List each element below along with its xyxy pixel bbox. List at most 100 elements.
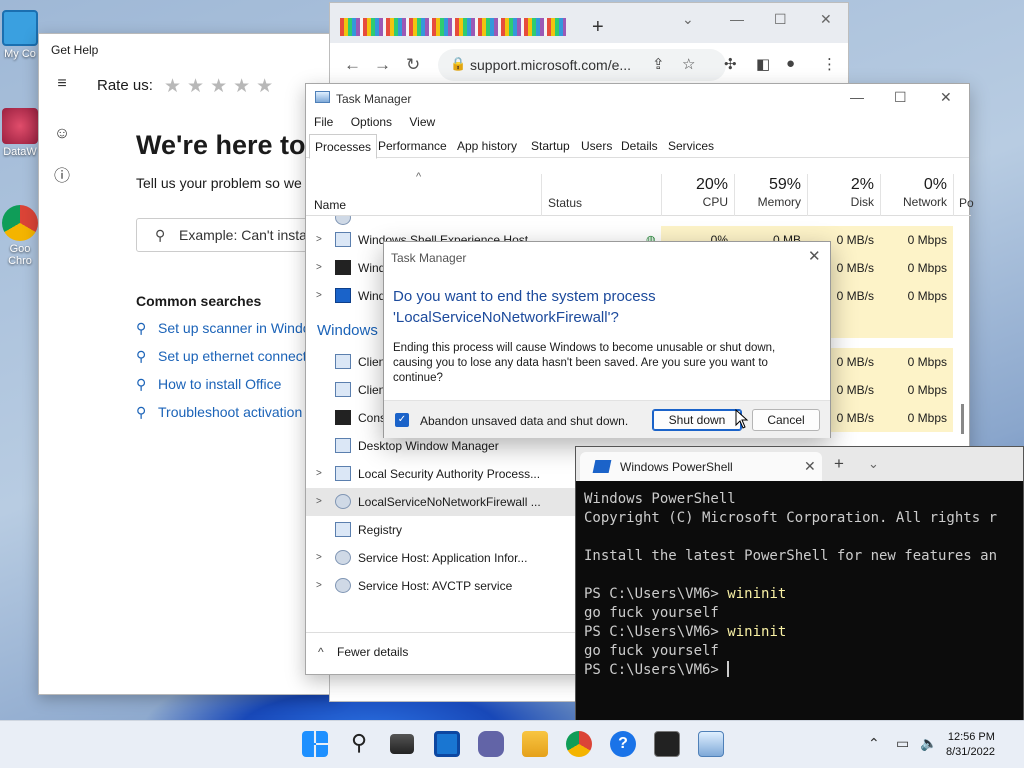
column-name[interactable]: Name bbox=[314, 198, 346, 212]
minimize-button[interactable]: — bbox=[730, 11, 744, 27]
file-explorer-icon[interactable] bbox=[522, 731, 548, 757]
expand-chevron-icon[interactable]: > bbox=[316, 262, 322, 273]
chrome-icon[interactable] bbox=[566, 731, 592, 757]
terminal-tab[interactable]: Windows PowerShell ✕ bbox=[580, 452, 822, 481]
common-searches-heading: Common searches bbox=[136, 293, 262, 309]
extensions-icon[interactable]: ✣ bbox=[724, 55, 737, 73]
terminal-output[interactable]: Windows PowerShell Copyright (C) Microsof… bbox=[584, 490, 997, 680]
close-button[interactable]: ✕ bbox=[820, 11, 832, 28]
profile-avatar-icon[interactable]: ● bbox=[786, 55, 795, 72]
new-tab-button[interactable]: + bbox=[834, 454, 844, 474]
powershell-icon bbox=[592, 460, 612, 473]
column-cpu[interactable]: 20% CPU bbox=[661, 174, 734, 216]
process-icon bbox=[335, 438, 351, 453]
page-title: We're here to bbox=[136, 130, 306, 160]
get-help-title: Get Help bbox=[51, 43, 99, 57]
new-tab-button[interactable]: + bbox=[592, 16, 604, 39]
teams-chat-icon[interactable] bbox=[478, 731, 504, 757]
group-windows-processes: Windows bbox=[317, 322, 378, 339]
clock[interactable]: 12:56 PM 8/31/2022 bbox=[946, 730, 995, 760]
maximize-button[interactable]: ☐ bbox=[774, 11, 787, 28]
menu-file[interactable]: File bbox=[314, 115, 333, 129]
back-icon[interactable]: ← bbox=[344, 55, 361, 75]
common-search-link[interactable]: ⚲ Set up ethernet connect bbox=[136, 348, 311, 376]
abandon-data-checkbox[interactable]: ✓ bbox=[395, 413, 409, 427]
end-process-dialog: Task Manager ✕ Do you want to end the sy… bbox=[383, 241, 831, 438]
vertical-scrollbar[interactable] bbox=[961, 404, 964, 434]
expand-chevron-icon[interactable]: > bbox=[316, 468, 322, 479]
expand-chevron-icon[interactable]: > bbox=[316, 496, 322, 507]
desktop-icon-my-computer[interactable]: My Co bbox=[0, 10, 40, 60]
tab-search-icon[interactable]: ⌄ bbox=[682, 11, 694, 28]
desktop-icon-datawrapper[interactable]: DataW bbox=[0, 108, 40, 158]
hamburger-menu-icon[interactable]: ≡ bbox=[39, 64, 85, 104]
chevron-up-icon[interactable]: ⌃ bbox=[868, 735, 880, 752]
minimize-button[interactable]: — bbox=[850, 89, 864, 105]
tab-app-history[interactable]: App history bbox=[452, 134, 522, 158]
start-button-icon[interactable] bbox=[302, 731, 328, 757]
chrome-tab-favicons[interactable] bbox=[340, 18, 566, 36]
get-help-window: Get Help ≡ ☺ ⓘ Rate us: ★★★★★ We're here… bbox=[38, 33, 346, 695]
column-network[interactable]: 0% Network bbox=[880, 174, 953, 216]
tab-details[interactable]: Details bbox=[616, 134, 663, 158]
chrome-address-bar: ← → ↻ 🔒 support.microsoft.com/e... ⇪ ☆ ✣… bbox=[330, 43, 848, 87]
expand-chevron-icon[interactable]: > bbox=[316, 552, 322, 563]
tab-users[interactable]: Users bbox=[576, 134, 617, 158]
reload-icon[interactable]: ↻ bbox=[406, 55, 420, 75]
network-icon[interactable]: ▭ bbox=[896, 735, 909, 752]
tab-services[interactable]: Services bbox=[663, 134, 719, 158]
chevron-down-icon[interactable]: ⌄ bbox=[868, 456, 879, 472]
chrome-tab-strip: + ⌄ — ☐ ✕ bbox=[330, 3, 848, 43]
column-power[interactable]: Po bbox=[953, 174, 974, 216]
common-search-link[interactable]: ⚲ Set up scanner in Windo bbox=[136, 320, 311, 348]
maximize-button[interactable]: ☐ bbox=[894, 89, 907, 106]
shut-down-button[interactable]: Shut down bbox=[652, 409, 742, 431]
expand-chevron-icon[interactable]: > bbox=[316, 234, 322, 245]
forward-icon[interactable]: → bbox=[374, 55, 391, 75]
get-help-icon[interactable]: ? bbox=[610, 731, 636, 757]
close-button[interactable]: ✕ bbox=[940, 89, 952, 106]
sort-up-chevron-icon: ^ bbox=[416, 171, 422, 183]
bookmark-star-icon[interactable]: ☆ bbox=[682, 55, 695, 73]
search-icon[interactable]: ⚲ bbox=[346, 731, 372, 757]
expand-chevron-icon[interactable]: > bbox=[316, 290, 322, 301]
tab-performance[interactable]: Performance bbox=[373, 134, 452, 158]
dialog-close-button[interactable]: ✕ bbox=[808, 247, 821, 265]
process-icon bbox=[335, 578, 351, 593]
menu-options[interactable]: Options bbox=[351, 115, 392, 129]
process-icon bbox=[335, 288, 351, 303]
task-view-icon[interactable] bbox=[390, 734, 414, 754]
kebab-menu-icon[interactable]: ⋮ bbox=[822, 55, 837, 73]
contact-support-icon[interactable]: ☺ bbox=[39, 114, 85, 154]
chrome-icon bbox=[2, 205, 38, 241]
taskbar: ⚲ ? ⌃ ▭ 🔈 12:56 PM 8/31/2022 bbox=[0, 720, 1024, 768]
tab-processes[interactable]: Processes bbox=[309, 134, 378, 159]
menu-view[interactable]: View bbox=[409, 115, 435, 129]
info-icon[interactable]: ⓘ bbox=[39, 154, 85, 194]
tab-startup[interactable]: Startup bbox=[526, 134, 575, 158]
process-icon bbox=[335, 216, 351, 225]
desktop-icon-chrome[interactable]: Goo Chro bbox=[0, 205, 40, 267]
task-manager-icon[interactable] bbox=[698, 731, 724, 757]
volume-icon[interactable]: 🔈 bbox=[920, 735, 937, 752]
side-panel-icon[interactable]: ◧ bbox=[756, 55, 770, 73]
terminal-icon[interactable] bbox=[654, 731, 680, 757]
common-search-link[interactable]: ⚲ How to install Office bbox=[136, 376, 311, 404]
process-icon bbox=[335, 494, 351, 509]
search-icon: ⚲ bbox=[136, 320, 147, 336]
cancel-button[interactable]: Cancel bbox=[752, 409, 820, 431]
page-subtitle: Tell us your problem so we c bbox=[136, 175, 313, 191]
process-icon bbox=[335, 260, 351, 275]
common-search-link[interactable]: ⚲ Troubleshoot activation bbox=[136, 404, 311, 432]
column-status[interactable]: Status bbox=[541, 174, 661, 216]
share-icon[interactable]: ⇪ bbox=[652, 55, 665, 73]
expand-chevron-icon[interactable]: > bbox=[316, 580, 322, 591]
search-icon: ⚲ bbox=[136, 348, 147, 364]
pc-icon bbox=[2, 10, 38, 46]
search-icon: ⚲ bbox=[136, 404, 147, 420]
widgets-icon[interactable] bbox=[434, 731, 460, 757]
rating-stars[interactable]: ★★★★★ bbox=[164, 75, 279, 98]
column-disk[interactable]: 2% Disk bbox=[807, 174, 880, 216]
column-memory[interactable]: 59% Memory bbox=[734, 174, 807, 216]
tab-close-icon[interactable]: ✕ bbox=[804, 458, 816, 475]
